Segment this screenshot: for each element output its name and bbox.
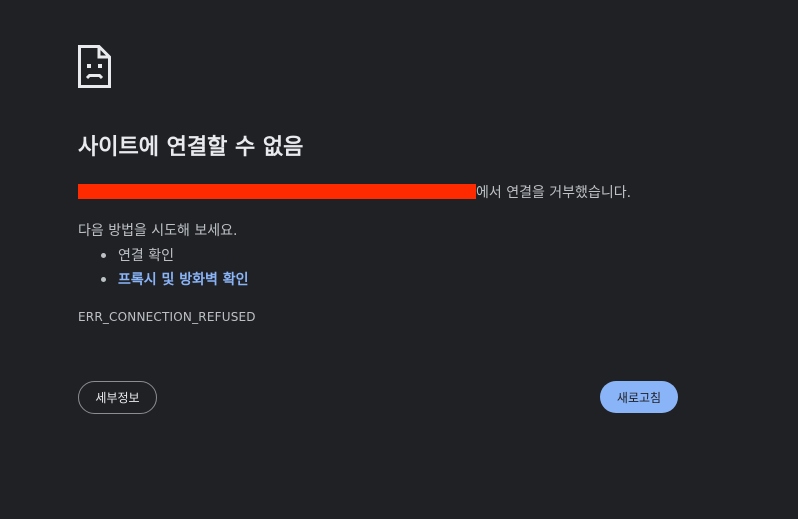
suggestion-check-proxy-firewall-link[interactable]: 프록시 및 방화벽 확인 bbox=[78, 268, 249, 292]
details-button[interactable]: 세부정보 bbox=[78, 381, 157, 414]
reload-button[interactable]: 새로고침 bbox=[600, 381, 678, 413]
suggestions-heading: 다음 방법을 시도해 보세요. bbox=[78, 223, 238, 239]
page-title: 사이트에 연결할 수 없음 bbox=[78, 135, 304, 160]
error-message: 에서 연결을 거부했습니다. bbox=[78, 182, 631, 204]
suggestion-check-connection: 연결 확인 bbox=[78, 244, 249, 268]
suggestions-list: 연결 확인 프록시 및 방화벽 확인 bbox=[78, 244, 249, 292]
error-message-text: 에서 연결을 거부했습니다. bbox=[476, 185, 632, 201]
error-code: ERR_CONNECTION_REFUSED bbox=[78, 310, 256, 324]
sad-page-icon bbox=[78, 45, 111, 88]
redacted-host bbox=[78, 184, 476, 199]
